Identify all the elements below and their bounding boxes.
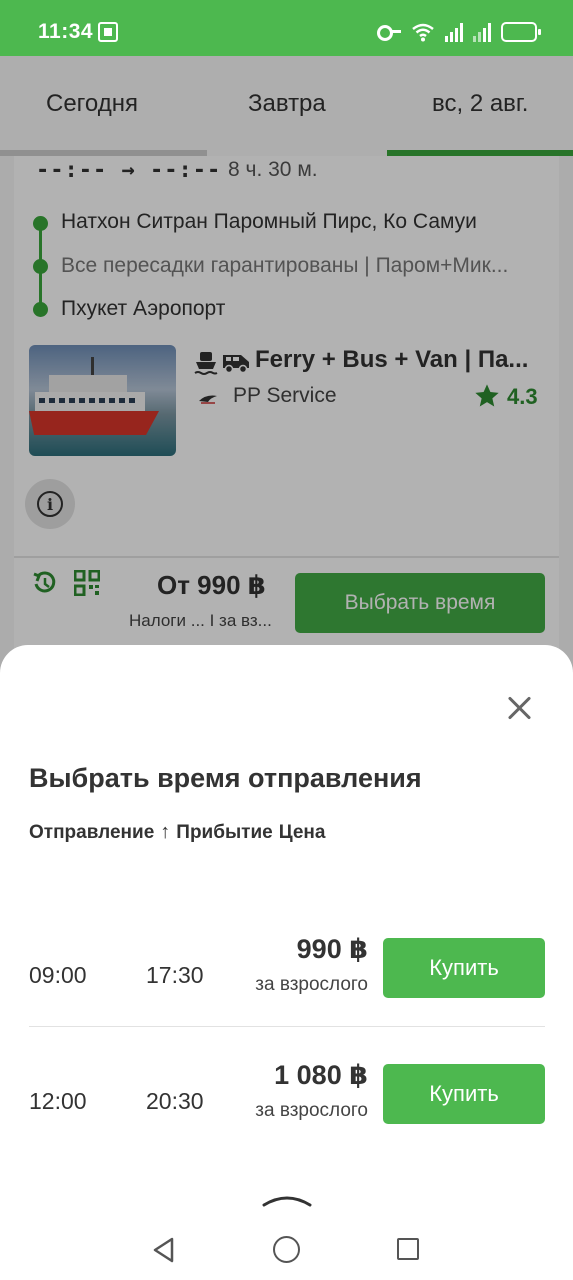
sort-price[interactable]: Цена bbox=[279, 822, 326, 844]
buy-button[interactable]: Купить bbox=[383, 1064, 545, 1124]
sort-arrival[interactable]: Прибытие bbox=[176, 822, 272, 844]
price-per: за взрослого bbox=[255, 974, 368, 995]
status-time: 11:34 bbox=[38, 20, 94, 43]
sort-departure[interactable]: Отправление bbox=[29, 822, 154, 844]
status-icons bbox=[377, 20, 541, 44]
departure-time-sheet: Выбрать время отправления Отправление ↑ … bbox=[0, 645, 573, 1280]
sort-header: Отправление ↑ Прибытие Цена bbox=[29, 821, 325, 844]
notification-icon bbox=[98, 22, 118, 42]
home-icon[interactable] bbox=[273, 1236, 300, 1263]
system-nav-bar bbox=[0, 1210, 573, 1280]
signal-icon bbox=[473, 22, 491, 42]
sheet-title: Выбрать время отправления bbox=[29, 763, 422, 793]
departure-time: 09:00 bbox=[29, 962, 87, 988]
trip-option-row: 09:00 17:30 990 ฿ за взрослого Купить bbox=[29, 934, 545, 1034]
back-icon[interactable] bbox=[150, 1236, 178, 1264]
departure-time: 12:00 bbox=[29, 1088, 87, 1114]
price-per: за взрослого bbox=[255, 1100, 368, 1121]
chevron-up-icon[interactable] bbox=[262, 1193, 312, 1207]
status-bar: 11:34 bbox=[0, 0, 573, 56]
buy-button[interactable]: Купить bbox=[383, 938, 545, 998]
battery-icon bbox=[501, 22, 541, 42]
trip-price: 990 ฿ bbox=[296, 934, 368, 964]
modal-overlay[interactable] bbox=[0, 56, 573, 680]
recent-apps-icon[interactable] bbox=[397, 1238, 419, 1260]
wifi-icon bbox=[412, 23, 434, 42]
divider bbox=[29, 1026, 545, 1027]
sort-arrow-icon: ↑ bbox=[160, 821, 171, 843]
arrival-time: 20:30 bbox=[146, 1088, 204, 1114]
trip-price: 1 080 ฿ bbox=[274, 1060, 368, 1090]
close-icon[interactable] bbox=[505, 693, 535, 723]
trip-option-row: 12:00 20:30 1 080 ฿ за взрослого Купить bbox=[29, 1060, 545, 1160]
key-icon bbox=[377, 25, 401, 41]
signal-icon bbox=[445, 22, 463, 42]
arrival-time: 17:30 bbox=[146, 962, 204, 988]
